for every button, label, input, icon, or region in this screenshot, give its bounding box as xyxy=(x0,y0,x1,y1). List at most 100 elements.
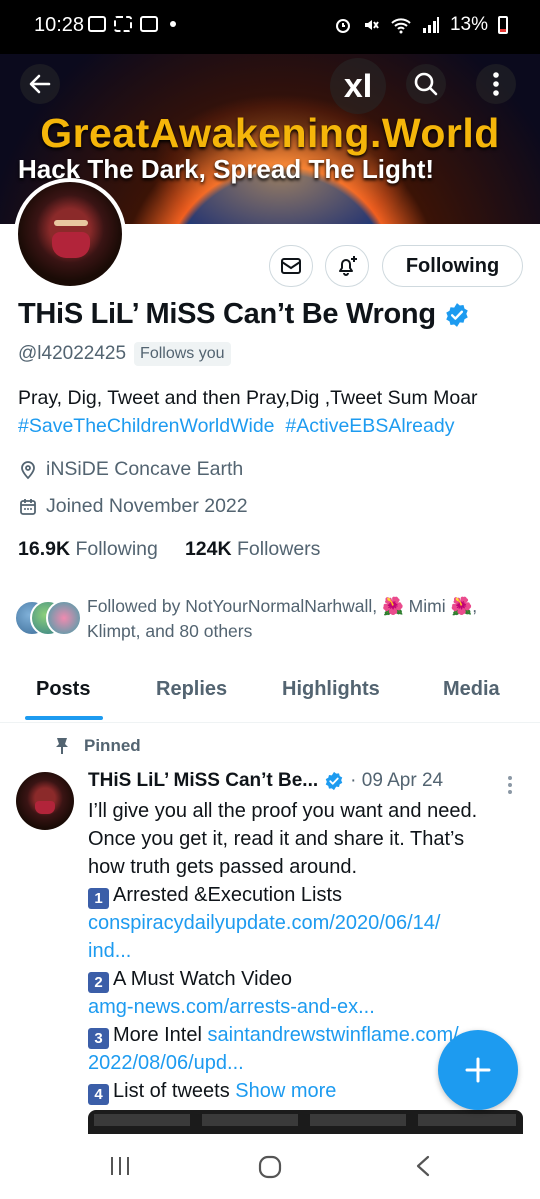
followed-by-text[interactable]: Followed by NotYourNormalNarhwall, 🌺 Mim… xyxy=(87,594,517,644)
keycap-number-icon: 2 xyxy=(88,972,109,993)
post-link[interactable]: amg-news.com/arrests-and-ex... xyxy=(88,993,518,1021)
bio-hashtags: #SaveTheChildrenWorldWide #ActiveEBSAlre… xyxy=(18,412,478,440)
status-icons-right: 13% xyxy=(334,14,508,36)
home-icon[interactable] xyxy=(257,1154,283,1180)
call-record-icon xyxy=(88,16,106,32)
gallery-icon xyxy=(140,16,158,32)
location-row: iNSiDE Concave Earth xyxy=(18,458,243,481)
media-thumbnail xyxy=(310,1114,406,1126)
followed-by-avatars[interactable] xyxy=(14,594,82,636)
scan-icon xyxy=(114,16,132,32)
bell-plus-icon xyxy=(339,256,357,276)
tab-replies[interactable]: Replies xyxy=(156,678,227,701)
profile-avatar[interactable] xyxy=(14,178,126,290)
search-icon xyxy=(414,72,438,96)
followers-label: Followers xyxy=(236,538,321,560)
more-options-button[interactable] xyxy=(476,64,516,104)
keycap-number-icon: 1 xyxy=(88,888,109,909)
mute-icon xyxy=(364,20,379,30)
following-count: 16.9K xyxy=(18,538,71,560)
tab-highlights[interactable]: Highlights xyxy=(282,678,380,701)
tab-posts[interactable]: Posts xyxy=(36,678,90,701)
system-navigation-bar xyxy=(0,1134,540,1199)
arrow-left-icon xyxy=(29,74,51,94)
banner-title: GreatAwakening.World xyxy=(40,110,500,156)
post-line: Once you get it, read it and share it. T… xyxy=(88,828,465,850)
media-thumbnail xyxy=(94,1114,190,1126)
post-list-item: 1 Arrested &Execution Lists xyxy=(88,881,518,909)
message-button[interactable] xyxy=(269,245,313,287)
keycap-number-icon: 3 xyxy=(88,1028,109,1049)
tab-media[interactable]: Media xyxy=(443,678,500,701)
joined-row: Joined November 2022 xyxy=(18,495,248,518)
status-time: 10:28 xyxy=(34,14,85,36)
search-button[interactable] xyxy=(406,64,446,104)
pin-icon xyxy=(56,738,68,754)
active-tab-indicator xyxy=(25,716,103,720)
verified-badge-icon xyxy=(325,771,343,791)
profile-handle: @l42022425 xyxy=(18,343,127,364)
post-media-preview[interactable] xyxy=(88,1110,523,1134)
recent-apps-icon[interactable] xyxy=(108,1154,132,1178)
item-text: List of tweets xyxy=(113,1080,230,1102)
item-text: More Intel xyxy=(113,1024,202,1046)
media-thumbnail xyxy=(202,1114,298,1126)
hashtag-link[interactable]: #SaveTheChildrenWorldWide xyxy=(18,415,275,437)
followers-count-link[interactable]: 124K Followers xyxy=(185,538,320,560)
battery-icon xyxy=(498,16,508,34)
notifications-button[interactable] xyxy=(325,245,369,287)
hashtag-link[interactable]: #ActiveEBSAlready xyxy=(285,415,454,437)
back-nav-icon[interactable] xyxy=(412,1154,434,1178)
keycap-number-icon: 4 xyxy=(88,1084,109,1105)
post-header: THiS LiL’ MiSS Can’t Be... · 09 Apr 24 xyxy=(88,770,443,792)
post-author-avatar[interactable] xyxy=(16,772,74,830)
follower-avatar-stack xyxy=(14,594,82,636)
follow-counts: 16.9K Following 124K Followers xyxy=(18,538,320,561)
location-pin-icon xyxy=(21,460,35,479)
more-vertical-icon xyxy=(493,72,499,96)
profile-name-row: THiS LiL’ MiSS Can’t Be Wrong xyxy=(18,298,470,331)
profile-tabs: Posts Replies Highlights Media xyxy=(0,668,540,723)
envelope-icon xyxy=(281,258,301,274)
bio-text: Pray, Dig, Tweet and then Pray,Dig ,Twee… xyxy=(18,387,478,409)
handle-row: @l42022425 Follows you xyxy=(18,342,231,366)
show-more-link[interactable]: Show more xyxy=(235,1080,336,1102)
following-button[interactable]: Following xyxy=(382,245,523,287)
calendar-icon xyxy=(20,498,36,515)
pinned-label: Pinned xyxy=(84,736,141,755)
plus-icon xyxy=(465,1057,491,1083)
wifi-icon xyxy=(391,18,411,34)
back-button[interactable] xyxy=(20,64,60,104)
post-line: I’ll give you all the proof you want and… xyxy=(88,800,478,822)
alarm-icon xyxy=(335,19,350,33)
grok-button[interactable]: xI xyxy=(330,58,386,114)
profile-location: iNSiDE Concave Earth xyxy=(46,458,244,480)
post-link[interactable]: saintandrewstwinflame.com/ xyxy=(208,1024,459,1046)
avatar-mask-detail xyxy=(35,801,55,814)
verified-badge-icon[interactable] xyxy=(444,302,470,328)
follows-you-badge: Follows you xyxy=(134,342,231,366)
battery-percent: 13% xyxy=(449,14,488,35)
avatar-mask-detail xyxy=(52,232,90,258)
compose-post-button[interactable] xyxy=(438,1030,518,1110)
notification-dot-icon xyxy=(170,21,176,27)
post-more-icon[interactable] xyxy=(506,774,514,796)
item-text: A Must Watch Video xyxy=(113,968,292,990)
item-text: Arrested &Execution Lists xyxy=(113,884,342,906)
pinned-label-row: Pinned xyxy=(54,736,141,756)
post-line: how truth gets passed around. xyxy=(88,856,358,878)
signal-icon xyxy=(422,17,439,33)
following-count-link[interactable]: 16.9K Following xyxy=(18,538,158,560)
post-link-continued[interactable]: ind... xyxy=(88,937,518,965)
profile-bio: Pray, Dig, Tweet and then Pray,Dig ,Twee… xyxy=(18,384,478,440)
profile-name: THiS LiL’ MiSS Can’t Be Wrong xyxy=(18,298,436,330)
status-icons-left xyxy=(88,16,176,32)
status-bar: 10:28 13% xyxy=(0,0,540,54)
post-author-name[interactable]: THiS LiL’ MiSS Can’t Be... xyxy=(88,770,318,792)
post-list-item: 2A Must Watch Video xyxy=(88,965,518,993)
following-label: Following xyxy=(75,538,158,560)
post-date[interactable]: · 09 Apr 24 xyxy=(350,770,443,792)
followers-count: 124K xyxy=(184,538,232,560)
post-link[interactable]: conspiracydailyupdate.com/2020/06/14/ xyxy=(88,909,518,937)
grok-icon: xI xyxy=(343,66,373,105)
